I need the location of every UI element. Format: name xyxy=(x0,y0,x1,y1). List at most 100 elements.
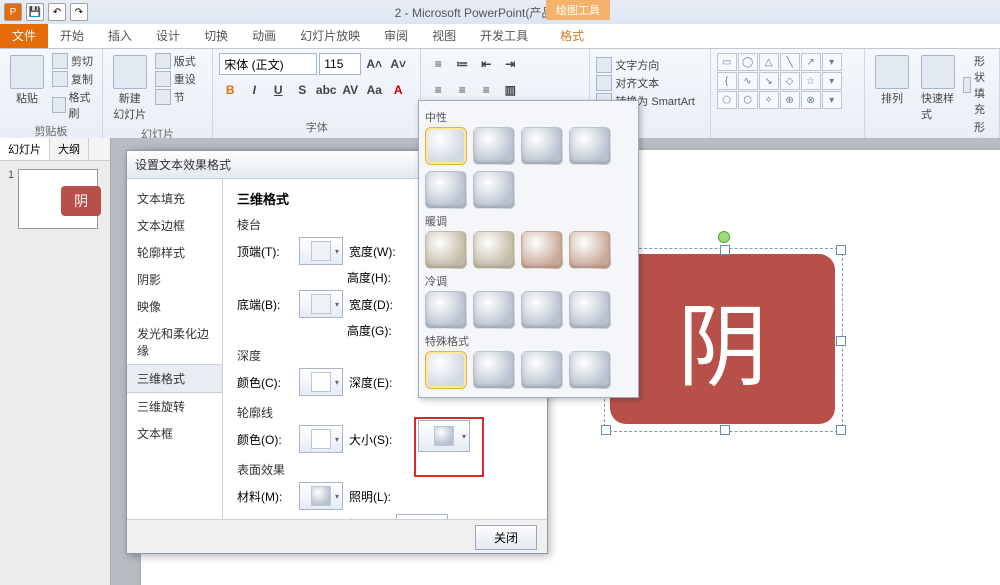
case-button[interactable]: Aa xyxy=(363,79,385,101)
resize-handle[interactable] xyxy=(601,425,611,435)
redo-icon[interactable]: ↷ xyxy=(70,3,88,21)
resize-handle[interactable] xyxy=(836,425,846,435)
resize-handle[interactable] xyxy=(720,245,730,255)
gallery-item[interactable] xyxy=(521,127,563,165)
gallery-item[interactable] xyxy=(425,231,467,269)
tab-format[interactable]: 格式 xyxy=(548,23,596,48)
nav-3d-rotation[interactable]: 三维旋转 xyxy=(127,393,222,420)
layout-button[interactable]: 版式 xyxy=(155,53,196,69)
bullets-icon[interactable]: ≡ xyxy=(427,53,449,75)
material-icon xyxy=(311,486,331,506)
align-right-icon[interactable]: ≡ xyxy=(475,79,497,101)
resize-handle[interactable] xyxy=(720,425,730,435)
gallery-item[interactable] xyxy=(569,351,611,389)
align-center-icon[interactable]: ≡ xyxy=(451,79,473,101)
gallery-item[interactable] xyxy=(473,291,515,329)
panel-tab-outline[interactable]: 大纲 xyxy=(50,138,89,160)
nav-3d-format[interactable]: 三维格式 xyxy=(127,364,222,393)
bold-button[interactable]: B xyxy=(219,79,241,101)
textdir-button[interactable]: 文字方向 xyxy=(596,57,703,73)
title-bar: P 💾 ↶ ↷ 2 - Microsoft PowerPoint(产品激活失败)… xyxy=(0,0,1000,24)
tab-view[interactable]: 视图 xyxy=(420,23,468,48)
nav-text-fill[interactable]: 文本填充 xyxy=(127,185,222,212)
copy-button[interactable]: 复制 xyxy=(52,71,96,87)
indent-dec-icon[interactable]: ⇤ xyxy=(475,53,497,75)
gallery-item[interactable] xyxy=(521,231,563,269)
gallery-item[interactable] xyxy=(425,171,467,209)
quickstyle-button[interactable]: 快速样式 xyxy=(917,53,959,124)
gallery-item[interactable] xyxy=(473,127,515,165)
quickstyle-icon xyxy=(921,55,955,89)
indent-inc-icon[interactable]: ⇥ xyxy=(499,53,521,75)
bevel-top-dropdown[interactable] xyxy=(299,237,343,265)
reset-button[interactable]: 重设 xyxy=(155,71,196,87)
contour-color-dropdown[interactable] xyxy=(299,425,343,453)
strike-button[interactable]: S xyxy=(291,79,313,101)
painter-button[interactable]: 格式刷 xyxy=(52,89,96,121)
numbering-icon[interactable]: ≔ xyxy=(451,53,473,75)
textalign-button[interactable]: 对齐文本 xyxy=(596,75,703,91)
gallery-item[interactable] xyxy=(473,231,515,269)
nav-outline-style[interactable]: 轮廓样式 xyxy=(127,239,222,266)
tab-slideshow[interactable]: 幻灯片放映 xyxy=(288,23,372,48)
align-left-icon[interactable]: ≡ xyxy=(427,79,449,101)
slide-thumb-1[interactable]: 1 阴 xyxy=(8,169,102,229)
font-name-combo[interactable]: 宋体 (正文) xyxy=(219,53,317,75)
nav-text-outline[interactable]: 文本边框 xyxy=(127,212,222,239)
paste-button[interactable]: 粘贴 xyxy=(6,53,48,108)
gallery-item[interactable] xyxy=(473,171,515,209)
dialog-nav: 文本填充 文本边框 轮廓样式 阴影 映像 发光和柔化边缘 三维格式 三维旋转 文… xyxy=(127,179,223,519)
gallery-item[interactable] xyxy=(425,351,467,389)
lighting-dropdown[interactable] xyxy=(418,420,470,452)
tab-review[interactable]: 审阅 xyxy=(372,23,420,48)
shapes-gallery[interactable]: ▭◯△╲↗▾ {∿↘◇☆▾ ⬠⬡✧⊕⊗▾ xyxy=(717,53,858,109)
tab-animation[interactable]: 动画 xyxy=(240,23,288,48)
nav-reflection[interactable]: 映像 xyxy=(127,293,222,320)
tab-transition[interactable]: 切换 xyxy=(192,23,240,48)
gallery-item[interactable] xyxy=(521,351,563,389)
new-slide-button[interactable]: 新建 幻灯片 xyxy=(109,53,151,124)
spacing-button[interactable]: AV xyxy=(339,79,361,101)
depth-color-dropdown[interactable] xyxy=(299,368,343,396)
close-button[interactable]: 关闭 xyxy=(475,525,537,550)
gallery-item[interactable] xyxy=(425,291,467,329)
nav-glow[interactable]: 发光和柔化边缘 xyxy=(127,320,222,364)
tab-design[interactable]: 设计 xyxy=(144,23,192,48)
underline-button[interactable]: U xyxy=(267,79,289,101)
nav-textbox[interactable]: 文本框 xyxy=(127,420,222,447)
bevel-bottom-dropdown[interactable] xyxy=(299,290,343,318)
gallery-item[interactable] xyxy=(425,127,467,165)
bevel-top-icon xyxy=(311,241,331,261)
gallery-item[interactable] xyxy=(521,291,563,329)
font-size-combo[interactable]: 115 xyxy=(319,53,361,75)
bevel-bottom-icon xyxy=(311,294,331,314)
tab-developer[interactable]: 开发工具 xyxy=(468,23,540,48)
fill-button[interactable]: 形状填充 xyxy=(963,53,993,117)
layout-icon xyxy=(155,53,171,69)
tab-insert[interactable]: 插入 xyxy=(96,23,144,48)
resize-handle[interactable] xyxy=(836,245,846,255)
nav-shadow[interactable]: 阴影 xyxy=(127,266,222,293)
columns-icon[interactable]: ▥ xyxy=(499,79,521,101)
tab-file[interactable]: 文件 xyxy=(0,23,48,48)
tab-home[interactable]: 开始 xyxy=(48,23,96,48)
grow-font-icon[interactable]: A˄ xyxy=(363,53,385,75)
section-button[interactable]: 节 xyxy=(155,89,196,105)
save-icon[interactable]: 💾 xyxy=(26,3,44,21)
cut-button[interactable]: 剪切 xyxy=(52,53,96,69)
angle-input[interactable] xyxy=(396,514,448,519)
gallery-item[interactable] xyxy=(569,291,611,329)
gallery-item[interactable] xyxy=(569,127,611,165)
gallery-item[interactable] xyxy=(569,231,611,269)
material-dropdown[interactable] xyxy=(299,482,343,510)
arrange-button[interactable]: 排列 xyxy=(871,53,913,108)
shadow-button[interactable]: abc xyxy=(315,79,337,101)
gallery-item[interactable] xyxy=(473,351,515,389)
resize-handle[interactable] xyxy=(836,336,846,346)
italic-button[interactable]: I xyxy=(243,79,265,101)
panel-tab-slides[interactable]: 幻灯片 xyxy=(0,138,50,160)
rotate-handle[interactable] xyxy=(718,231,730,243)
shrink-font-icon[interactable]: A˅ xyxy=(387,53,409,75)
font-color-button[interactable]: A xyxy=(387,79,409,101)
undo-icon[interactable]: ↶ xyxy=(48,3,66,21)
